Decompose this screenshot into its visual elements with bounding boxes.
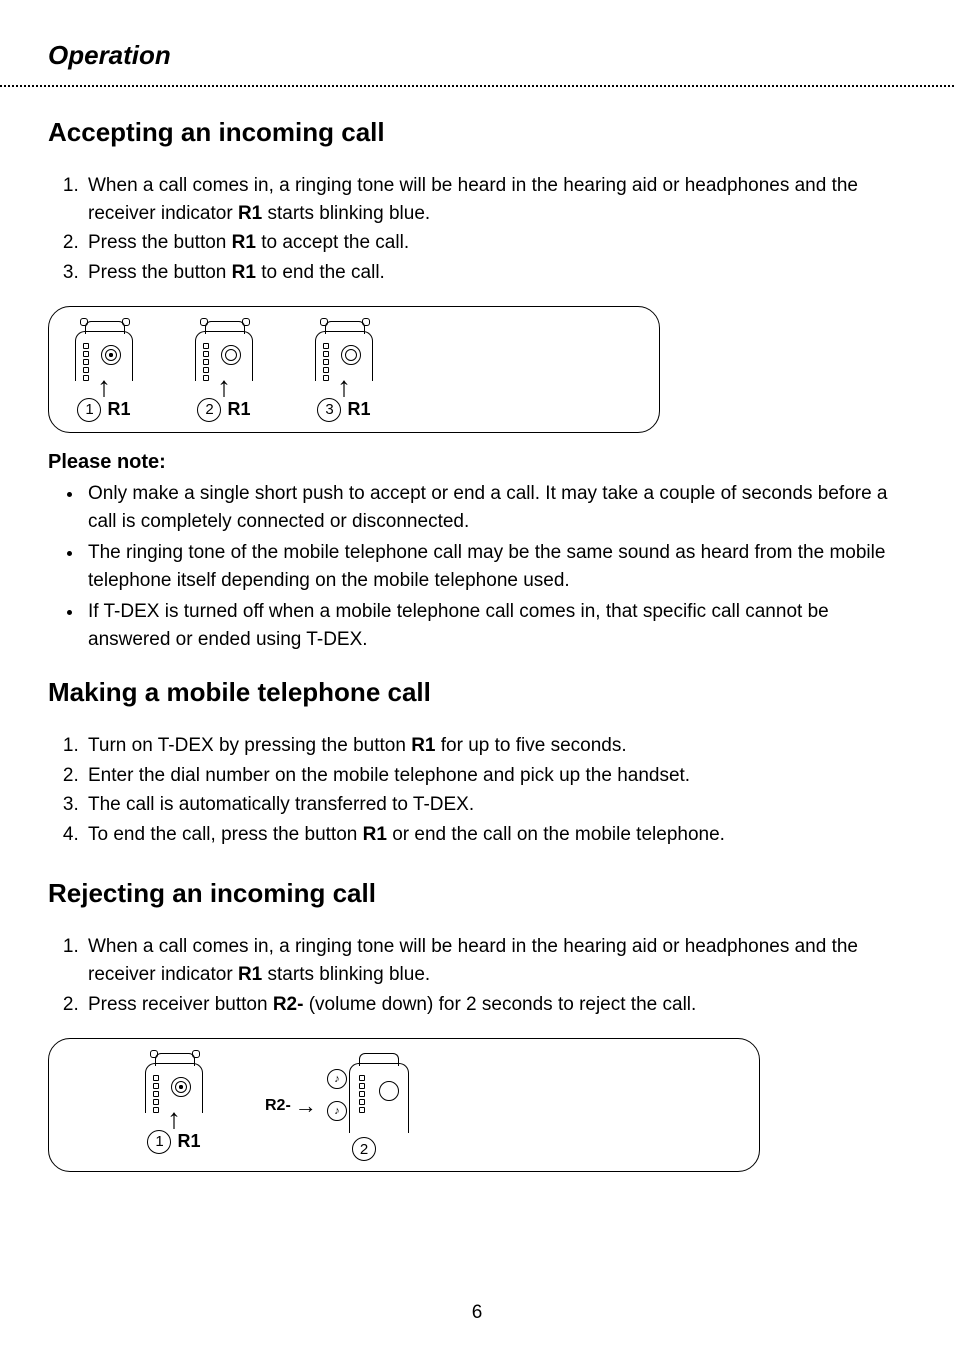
note-title: Please note: [48,451,906,474]
list-item: If T-DEX is turned off when a mobile tel… [84,598,906,653]
list-item: When a call comes in, a ringing tone wil… [84,933,906,988]
device-side-icon: ♪ ♪ R2- → [319,1053,409,1133]
step-number: 3 [317,398,341,422]
rejecting-steps: When a call comes in, a ringing tone wil… [48,933,906,1018]
music-note-icon: ♪ [327,1069,347,1089]
step-label: R1 [107,399,130,420]
note-list: Only make a single short push to accept … [48,480,906,653]
figure-step: ↑ 2 R1 [189,321,259,422]
page-title: Operation [48,40,906,71]
page-number: 6 [0,1302,954,1324]
list-item: When a call comes in, a ringing tone wil… [84,172,906,227]
step-label: R1 [177,1131,200,1152]
list-item: The ringing tone of the mobile telephone… [84,539,906,594]
step-number: 2 [197,398,221,422]
list-item: Press the button R1 to end the call. [84,259,906,287]
device-icon [69,321,139,381]
accepting-heading: Accepting an incoming call [48,117,906,148]
list-item: To end the call, press the button R1 or … [84,821,906,849]
arrow-up-icon: ↑ [217,379,231,396]
step-number: 1 [77,398,101,422]
device-icon [309,321,379,381]
figure-step: ↑ 3 R1 [309,321,379,422]
arrow-up-icon: ↑ [167,1111,181,1128]
figure-step: ↑ 1 R1 [69,321,139,422]
list-item: Press the button R1 to accept the call. [84,229,906,257]
list-item: Turn on T-DEX by pressing the button R1 … [84,732,906,760]
making-steps: Turn on T-DEX by pressing the button R1 … [48,732,906,848]
list-item: Only make a single short push to accept … [84,480,906,535]
step-number: 2 [352,1137,376,1161]
figure-step: ♪ ♪ R2- → 2 [319,1053,409,1161]
step-label: R1 [227,399,250,420]
device-icon [139,1053,209,1113]
music-note-icon: ♪ [327,1101,347,1121]
figure-step: ↑ 1 R1 [139,1053,209,1161]
arrow-up-icon: ↑ [97,379,111,396]
rejecting-figure: ↑ 1 R1 ♪ ♪ R2- → 2 [48,1038,760,1172]
rejecting-heading: Rejecting an incoming call [48,878,906,909]
device-icon [189,321,259,381]
accepting-steps: When a call comes in, a ringing tone wil… [48,172,906,286]
divider [0,85,954,87]
step-label: R1 [347,399,370,420]
list-item: Press receiver button R2- (volume down) … [84,991,906,1019]
accepting-figure: ↑ 1 R1 ↑ 2 R1 ↑ 3 R1 [48,306,660,433]
list-item: The call is automatically transferred to… [84,791,906,819]
making-heading: Making a mobile telephone call [48,677,906,708]
step-number: 1 [147,1130,171,1154]
arrow-right-icon: R2- → [265,1093,317,1119]
list-item: Enter the dial number on the mobile tele… [84,762,906,790]
arrow-up-icon: ↑ [337,379,351,396]
